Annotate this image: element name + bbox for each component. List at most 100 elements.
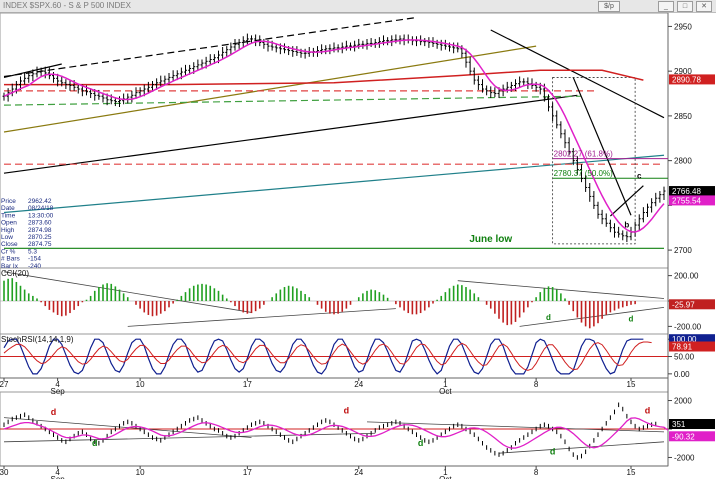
cci-annotation: d bbox=[546, 313, 551, 322]
price-bar bbox=[613, 223, 616, 238]
month-label-upper: Oct bbox=[439, 387, 452, 396]
price-bar bbox=[171, 70, 175, 81]
price-bar bbox=[662, 186, 666, 200]
xtick-label-lower: 10 bbox=[136, 468, 145, 477]
info-value: -240 bbox=[28, 263, 41, 270]
xtick-label-lower: 17 bbox=[243, 468, 252, 477]
osc-annotation: d bbox=[645, 405, 651, 415]
cci-annotation: d bbox=[629, 314, 634, 323]
ytick-label-rsi: 0.00 bbox=[674, 370, 690, 379]
xtick-label-lower: 8 bbox=[534, 468, 539, 477]
cci-trendline bbox=[127, 308, 396, 327]
price-bar bbox=[526, 77, 530, 90]
cci-trendline bbox=[519, 306, 665, 327]
fib-level-label: 2802.27 (61.8%) bbox=[554, 150, 613, 159]
info-label: Price bbox=[1, 198, 16, 205]
info-value: -154 bbox=[28, 256, 41, 263]
month-label-upper: Sep bbox=[51, 387, 66, 396]
price-bar bbox=[295, 46, 299, 56]
price-bar bbox=[555, 110, 559, 129]
price-bar bbox=[303, 48, 307, 59]
price-bar bbox=[184, 64, 187, 76]
info-value: 13:30:00 bbox=[28, 212, 54, 219]
rsi-title: StochRSI(14,14,1,9) bbox=[1, 335, 74, 344]
ytick-label-oscillator: -2000 bbox=[674, 453, 695, 462]
month-label-lower: Oct bbox=[439, 475, 452, 479]
price-bar bbox=[357, 38, 361, 49]
price-bar bbox=[423, 38, 427, 47]
price-bar bbox=[68, 80, 72, 91]
price-bar bbox=[320, 44, 324, 55]
retracement-box bbox=[552, 77, 636, 245]
price-bar bbox=[118, 96, 121, 107]
xtick-label-upper: 10 bbox=[136, 380, 145, 389]
price-bar bbox=[650, 198, 654, 213]
price-bar bbox=[641, 207, 645, 223]
osc-trendline bbox=[366, 421, 665, 433]
price-bar bbox=[365, 38, 369, 50]
price-bar bbox=[23, 72, 27, 85]
price-bar bbox=[456, 42, 460, 53]
ytick-label-price: 2950 bbox=[674, 22, 692, 31]
info-value: 2873.60 bbox=[28, 220, 52, 227]
xtick-label-upper: 24 bbox=[354, 380, 363, 389]
osc-annotation: d bbox=[344, 405, 350, 415]
price-bar bbox=[617, 226, 621, 238]
price-bar bbox=[415, 36, 418, 47]
xtick-label-lower: 24 bbox=[354, 468, 363, 477]
info-label: Cr % bbox=[1, 248, 16, 255]
price-bar bbox=[427, 37, 431, 48]
price-bar bbox=[410, 36, 414, 46]
osc-annotation: d bbox=[550, 447, 556, 457]
ytick-label-cci: -200.00 bbox=[674, 322, 702, 331]
price-bar bbox=[435, 39, 439, 49]
ma-long-tag: 2890.78 bbox=[672, 75, 701, 84]
price-bar bbox=[596, 201, 600, 219]
price-bar bbox=[646, 203, 649, 217]
ytick-label-rsi: 50.00 bbox=[674, 353, 695, 362]
price-bar bbox=[439, 39, 443, 51]
price-bar bbox=[518, 76, 522, 88]
price-bar bbox=[225, 46, 229, 57]
ytick-label-price: 2700 bbox=[674, 246, 692, 255]
info-label: High bbox=[1, 227, 15, 234]
price-bar bbox=[468, 56, 472, 75]
price-annotation: c bbox=[637, 172, 642, 181]
price-bar bbox=[336, 44, 340, 53]
price-bar bbox=[369, 38, 373, 47]
price-bar bbox=[637, 214, 641, 231]
info-label: Low bbox=[1, 234, 13, 241]
price-bar bbox=[344, 40, 348, 51]
price-bar bbox=[621, 230, 625, 241]
ytick-label-cci: 200.00 bbox=[674, 272, 699, 281]
price-bar bbox=[472, 67, 476, 85]
price-bar bbox=[229, 42, 233, 56]
xtick-label-upper: 27 bbox=[0, 380, 9, 389]
ytick-label-price: 2800 bbox=[674, 157, 692, 166]
osc-ma-value: -90.32 bbox=[672, 432, 695, 441]
price-bar bbox=[654, 192, 658, 207]
price-bar bbox=[629, 226, 633, 241]
osc-last-value: 351 bbox=[672, 420, 686, 429]
cci-last-value: -25.97 bbox=[672, 300, 695, 309]
price-trendline bbox=[490, 29, 665, 119]
price-bar bbox=[324, 45, 328, 55]
price-bar bbox=[604, 213, 608, 227]
month-label-lower: Sep bbox=[51, 475, 66, 479]
price-bar bbox=[390, 35, 394, 47]
price-annotation: June low bbox=[469, 234, 512, 245]
xtick-label-lower: 30 bbox=[0, 468, 9, 477]
osc-trendline bbox=[498, 441, 665, 454]
price-annotation: b bbox=[624, 221, 629, 230]
price-bar bbox=[126, 93, 130, 104]
chart-canvas[interactable]: 27002800285029002950200.00-200.00100.005… bbox=[0, 0, 716, 479]
price-bar bbox=[592, 191, 596, 209]
price-bar bbox=[245, 33, 249, 45]
price-trendline bbox=[3, 94, 578, 174]
info-value: 08/24/18 bbox=[28, 205, 54, 212]
price-bar bbox=[476, 75, 480, 90]
price-bar bbox=[10, 83, 14, 97]
price-bar bbox=[283, 43, 286, 54]
price-bar bbox=[291, 46, 295, 57]
price-bar bbox=[551, 102, 555, 122]
